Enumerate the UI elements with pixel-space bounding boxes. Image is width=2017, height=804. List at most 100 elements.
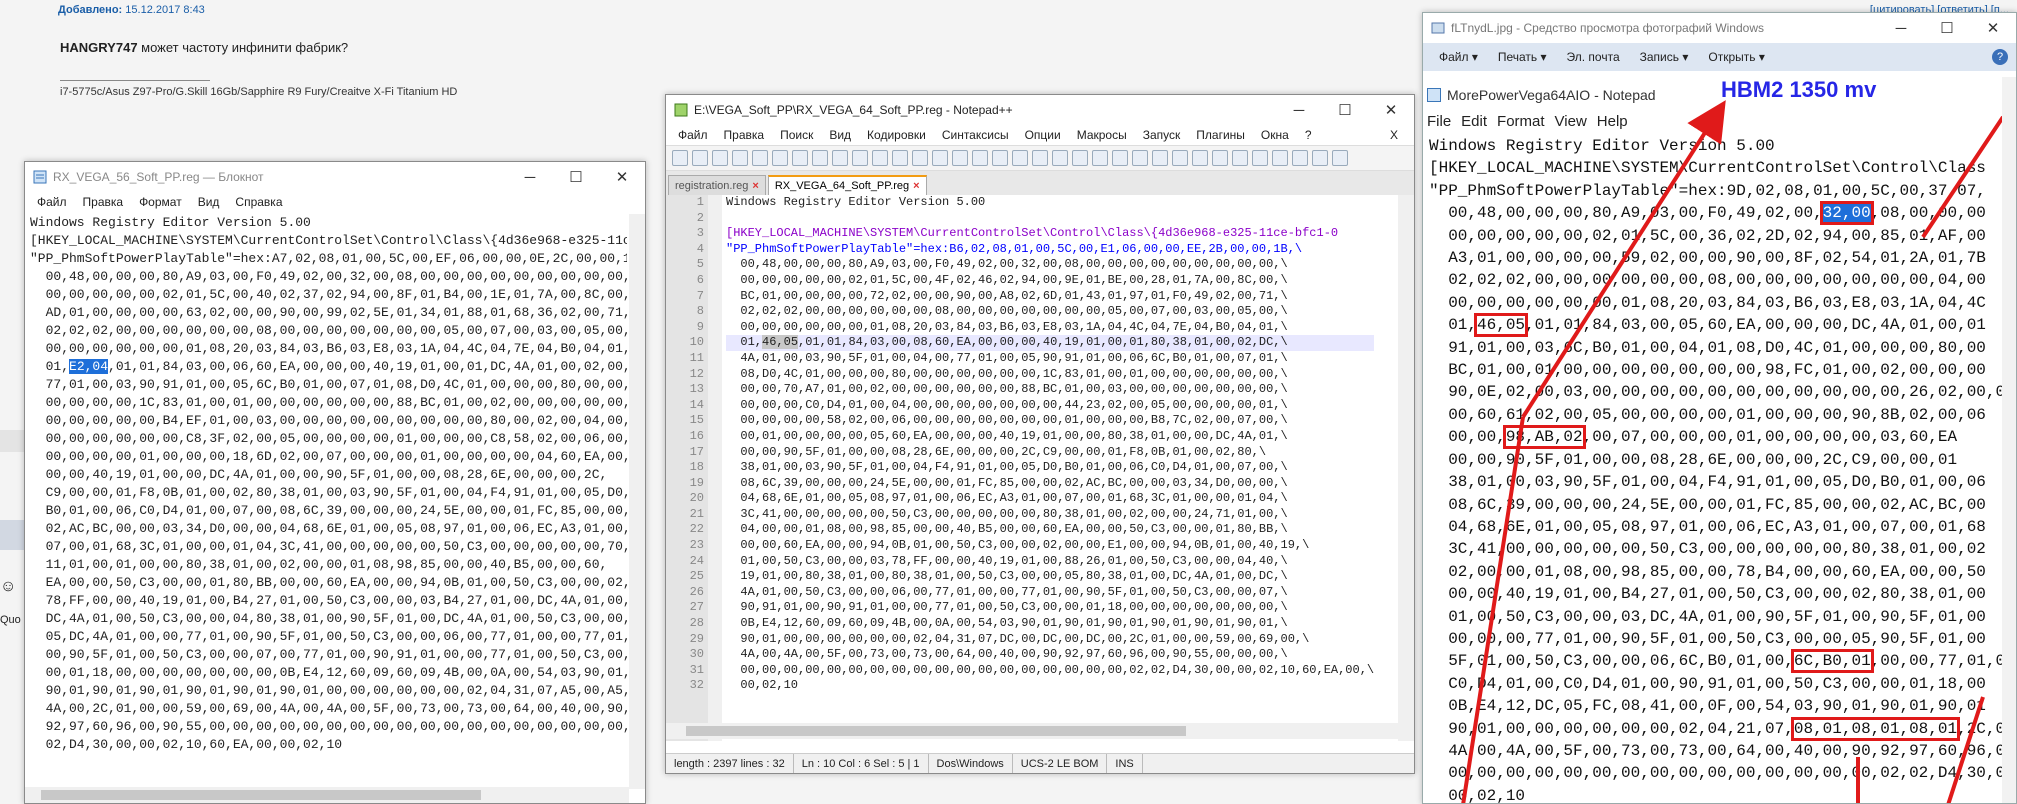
toolbar-icon[interactable]: [992, 150, 1008, 166]
menu-item[interactable]: Справка: [227, 195, 290, 209]
toolbar-icon[interactable]: [812, 150, 828, 166]
menu-item[interactable]: Файл: [670, 128, 716, 142]
tab-rx-vega-64[interactable]: RX_VEGA_64_Soft_PP.reg ×: [767, 175, 927, 195]
notepad-window: RX_VEGA_56_Soft_PP.reg — Блокнот ─ ☐ ✕ Ф…: [24, 161, 646, 804]
menu-item[interactable]: Окна: [1253, 128, 1297, 142]
toolbar-icon[interactable]: [1012, 150, 1028, 166]
menu-item[interactable]: Правка: [716, 128, 773, 142]
toolbar-icon[interactable]: [732, 150, 748, 166]
code-line: 02,02,02,00,00,00,00,00,00,08,00,00,00,0…: [726, 304, 1288, 319]
notepad-titlebar[interactable]: RX_VEGA_56_Soft_PP.reg — Блокнот ─ ☐ ✕: [25, 162, 645, 192]
toolbar-icon[interactable]: [772, 150, 788, 166]
photo-viewer-scrollbar[interactable]: [2002, 77, 2016, 803]
line-number: 26: [689, 584, 704, 599]
text-line: 07,00,01,68,3C,01,00,00,01,04,3C,41,00,0…: [30, 539, 627, 554]
notepadpp-titlebar[interactable]: E:\VEGA_Soft_PP\RX_VEGA_64_Soft_PP.reg -…: [666, 95, 1414, 125]
toolbar-icon[interactable]: [932, 150, 948, 166]
scroll-thumb[interactable]: [686, 726, 1186, 736]
toolbar-icon[interactable]: [1072, 150, 1088, 166]
quote-button[interactable]: Quo: [0, 614, 21, 626]
toolbar-icon[interactable]: [1032, 150, 1048, 166]
maximize-button[interactable]: ☐: [1322, 95, 1368, 125]
minimize-button[interactable]: ─: [507, 162, 553, 192]
arrow-line-2: [1921, 115, 2003, 239]
toolbar-icon[interactable]: [852, 150, 868, 166]
minimize-button[interactable]: ─: [1878, 13, 1924, 43]
toolbar-icon[interactable]: [1172, 150, 1188, 166]
notepad-vertical-scrollbar[interactable]: [629, 214, 645, 789]
notepad-horizontal-scrollbar[interactable]: [25, 787, 629, 803]
toolbar-icon[interactable]: [1212, 150, 1228, 166]
toolbar-icon[interactable]: [1332, 150, 1348, 166]
text-line: DC,4A,01,00,50,C3,00,00,04,80,38,01,00,9…: [30, 611, 627, 626]
tab-close-icon[interactable]: ×: [913, 180, 919, 192]
close-document-button[interactable]: X: [1382, 128, 1406, 142]
close-button[interactable]: ✕: [599, 162, 645, 192]
code-line: 00,00,70,A7,01,00,02,00,00,00,00,00,00,8…: [726, 382, 1288, 397]
toolbar-icon[interactable]: [952, 150, 968, 166]
scroll-thumb[interactable]: [41, 790, 481, 800]
minimize-button[interactable]: ─: [1276, 95, 1322, 125]
toolbar-icon[interactable]: [1312, 150, 1328, 166]
line-number: 20: [689, 491, 704, 506]
photo-image: MorePowerVega64AIO - Notepad HBM2 1350 m…: [1423, 77, 2003, 803]
maximize-button[interactable]: ☐: [1924, 13, 1970, 43]
menu-item[interactable]: Поиск: [772, 128, 821, 142]
toolbar-icon[interactable]: [1292, 150, 1308, 166]
close-button[interactable]: ✕: [1368, 95, 1414, 125]
menu-item[interactable]: Вид: [821, 128, 859, 142]
menu-item[interactable]: Вид: [190, 195, 228, 209]
toolbar-icon[interactable]: [692, 150, 708, 166]
code-line: 00,00,00,00,00,00,00,00,00,00,00,00,00,0…: [726, 662, 1375, 677]
toolbar-icon[interactable]: [792, 150, 808, 166]
toolbar-icon[interactable]: [1232, 150, 1248, 166]
toolbar-icon[interactable]: [1052, 150, 1068, 166]
toolbar-icon[interactable]: [832, 150, 848, 166]
maximize-button[interactable]: ☐: [553, 162, 599, 192]
toolbar-icon[interactable]: [1132, 150, 1148, 166]
toolbar-menu-item[interactable]: Эл. почта: [1557, 50, 1630, 64]
help-icon[interactable]: ?: [1992, 49, 2008, 65]
menu-item[interactable]: Формат: [131, 195, 190, 209]
toolbar-icon[interactable]: [912, 150, 928, 166]
toolbar-icon[interactable]: [1192, 150, 1208, 166]
menu-item[interactable]: Кодировки: [859, 128, 934, 142]
smiley-icon[interactable]: ☺: [0, 578, 24, 602]
toolbar-icon[interactable]: [872, 150, 888, 166]
toolbar-icon[interactable]: [892, 150, 908, 166]
photo-viewer-toolbar: Файл ▾ Печать ▾ Эл. почта Запись ▾ Открыть ▾…: [1423, 43, 2016, 71]
menu-item[interactable]: Файл: [29, 195, 75, 209]
menu-item[interactable]: Макросы: [1069, 128, 1135, 142]
toolbar-menu-item[interactable]: Файл ▾: [1429, 50, 1488, 64]
menu-item[interactable]: Правка: [75, 195, 132, 209]
menu-item[interactable]: Опции: [1017, 128, 1069, 142]
toolbar-icon[interactable]: [1252, 150, 1268, 166]
toolbar-menu-item[interactable]: Печать ▾: [1488, 50, 1557, 64]
toolbar-icon[interactable]: [712, 150, 728, 166]
menu-item[interactable]: Плагины: [1188, 128, 1253, 142]
toolbar-menu-item[interactable]: Открыть ▾: [1698, 50, 1774, 64]
code-text[interactable]: Windows Registry Editor Version 5.00 [HKE…: [726, 195, 1375, 694]
post-author[interactable]: HANGRY747: [60, 40, 138, 55]
notepadpp-editor[interactable]: 1 2 3 4 5 6 7 8 9 10 11 12 13 14 15 16 17 18 19 20 21 22 23 24 2…: [666, 195, 1401, 741]
toolbar-icon[interactable]: [1152, 150, 1168, 166]
toolbar-icon[interactable]: [1092, 150, 1108, 166]
menu-item[interactable]: Запуск: [1135, 128, 1189, 142]
tab-close-icon[interactable]: ×: [752, 180, 758, 192]
editor-horizontal-scrollbar[interactable]: [666, 723, 1401, 739]
notepad-text-area[interactable]: Windows Registry Editor Version 5.00 [HKE…: [27, 214, 627, 784]
toolbar-icon[interactable]: [1112, 150, 1128, 166]
menu-item[interactable]: ?: [1297, 128, 1320, 142]
photo-viewer-titlebar[interactable]: fLTnydL.jpg - Средство просмотра фотогра…: [1423, 13, 2016, 43]
toolbar-menu-item[interactable]: Запись ▾: [1630, 50, 1699, 64]
close-button[interactable]: ✕: [1970, 13, 2016, 43]
menu-item[interactable]: Синтаксисы: [934, 128, 1017, 142]
line-number: 29: [689, 631, 704, 646]
toolbar-icon[interactable]: [752, 150, 768, 166]
tab-registration[interactable]: registration.reg ×: [668, 175, 766, 195]
editor-vertical-scrollbar[interactable]: [1398, 195, 1414, 741]
line-number: 21: [689, 506, 704, 521]
toolbar-icon[interactable]: [972, 150, 988, 166]
toolbar-icon[interactable]: [672, 150, 688, 166]
toolbar-icon[interactable]: [1272, 150, 1288, 166]
